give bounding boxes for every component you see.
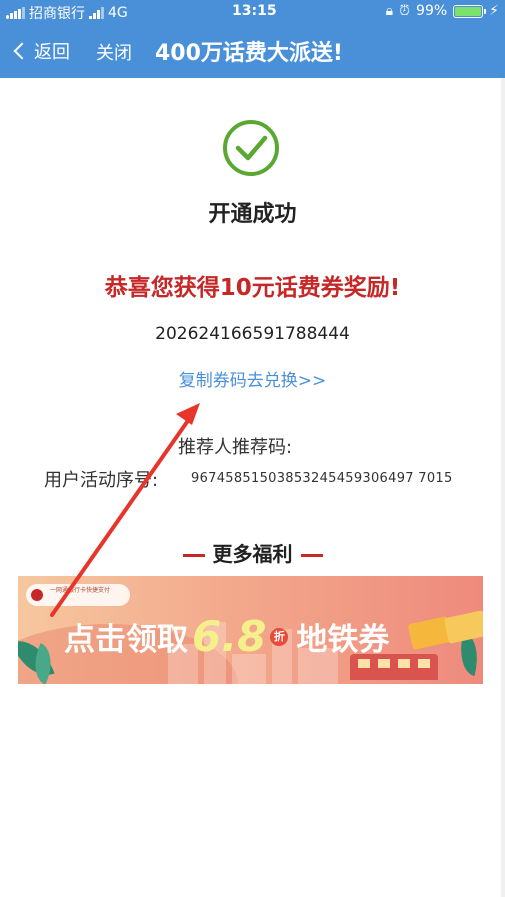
battery-icon bbox=[453, 4, 487, 18]
back-button[interactable]: 返回 bbox=[12, 38, 70, 64]
network-type: 4G bbox=[108, 5, 128, 21]
congrats-message: 恭喜您获得10元话费券奖励! bbox=[104, 275, 401, 301]
status-time: 13:15 bbox=[232, 3, 277, 19]
more-benefits-heading: 更多福利 bbox=[0, 538, 505, 567]
status-bar: 招商银行 4G 13:15 🔒︎ ⏰︎ 99% ⚡︎ bbox=[0, 0, 505, 24]
success-title: 开通成功 bbox=[208, 202, 297, 227]
activity-number-label: 用户活动序号: bbox=[44, 470, 159, 491]
charging-icon: ⚡︎ bbox=[489, 3, 499, 19]
coupon-code: 202624166591788444 bbox=[155, 324, 350, 344]
cellular-bars-icon bbox=[89, 7, 104, 19]
nav-bar: 返回 关闭 400万话费大派送! bbox=[0, 24, 505, 78]
train-icon bbox=[350, 654, 438, 680]
banner-tag-text: 一网通银行卡快捷支付 bbox=[50, 587, 111, 594]
ticket-icon bbox=[443, 610, 483, 644]
more-benefits-title: 更多福利 bbox=[212, 542, 293, 566]
back-label: 返回 bbox=[34, 42, 70, 63]
heading-dash-left bbox=[182, 554, 205, 557]
alarm-icon: ⏰︎ bbox=[399, 3, 411, 19]
main-content: 开通成功 恭喜您获得10元话费券奖励! 202624166591788444 复… bbox=[0, 78, 505, 897]
heading-dash-right bbox=[300, 554, 323, 557]
copy-coupon-link[interactable]: 复制券码去兑换>> bbox=[0, 366, 505, 391]
banner-text-after: 地铁券 bbox=[296, 622, 390, 658]
success-check-icon bbox=[223, 120, 279, 176]
battery-percent: 99% bbox=[416, 3, 448, 19]
subway-coupon-banner[interactable]: 一网通银行卡快捷支付 点击领取 6.8 折 地铁券 bbox=[18, 576, 483, 684]
carrier-name: 招商银行 bbox=[29, 6, 85, 22]
status-right: 🔒︎ ⏰︎ 99% ⚡︎ bbox=[386, 3, 499, 19]
banner-discount-unit: 折 bbox=[270, 627, 289, 646]
banner-tag: 一网通银行卡快捷支付 bbox=[26, 584, 130, 606]
page-edge bbox=[501, 78, 505, 897]
chevron-left-icon bbox=[13, 42, 31, 60]
signal-icon bbox=[6, 7, 25, 19]
banner-headline: 点击领取 6.8 折 地铁券 bbox=[64, 612, 389, 661]
status-left: 招商银行 4G bbox=[6, 3, 128, 23]
banner-discount-number: 6.8 bbox=[192, 612, 267, 661]
top-bar: 招商银行 4G 13:15 🔒︎ ⏰︎ 99% ⚡︎ 返回 关闭 400万话费大… bbox=[0, 0, 505, 78]
page-title: 400万话费大派送! bbox=[155, 41, 343, 66]
bank-logo-icon bbox=[31, 589, 43, 601]
referrer-code-label: 推荐人推荐码: bbox=[178, 437, 293, 458]
banner-text-before: 点击领取 bbox=[64, 622, 188, 658]
rotation-lock-icon: 🔒︎ bbox=[385, 3, 394, 19]
close-button[interactable]: 关闭 bbox=[96, 39, 132, 65]
activity-number-value: 96745851503853245459306497 7015 bbox=[191, 471, 453, 486]
